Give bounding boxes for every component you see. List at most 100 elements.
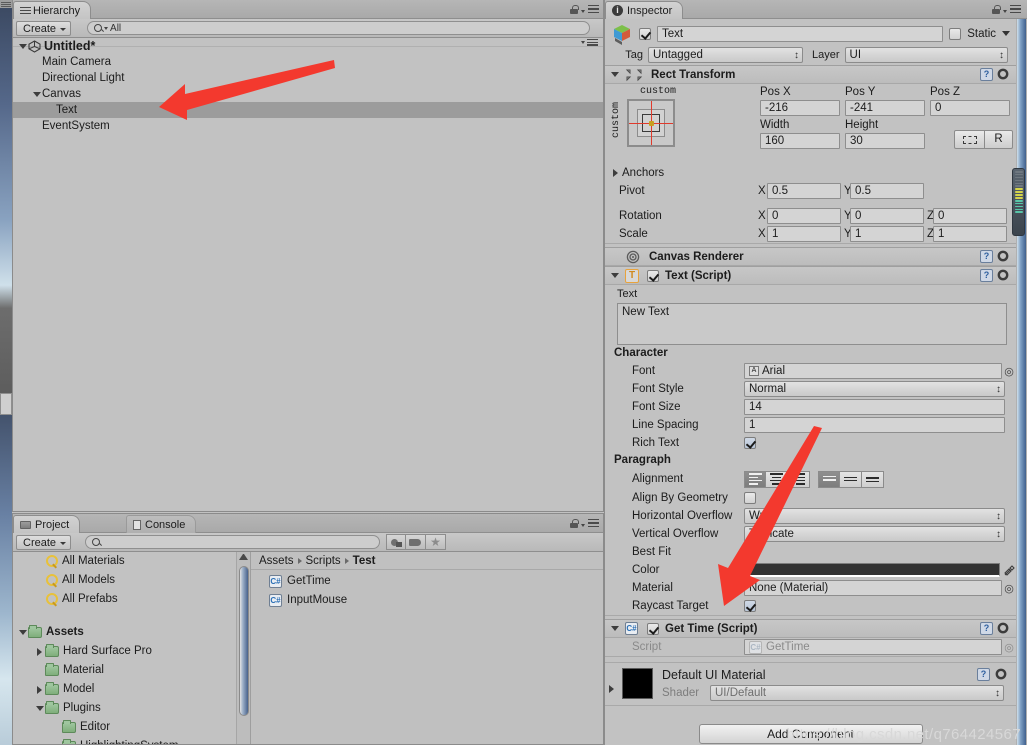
project-tree-item-material[interactable]: Material	[13, 661, 236, 680]
static-checkbox[interactable]	[949, 27, 962, 40]
align-center-icon[interactable]	[766, 470, 788, 488]
scale-y-field[interactable]	[850, 226, 924, 242]
foldout-arrow-icon[interactable]	[34, 647, 45, 656]
font-style-dropdown[interactable]: Normal	[744, 381, 1005, 397]
blueprint-mode-button[interactable]	[954, 130, 985, 149]
panel-menu-icon[interactable]	[588, 5, 599, 14]
foldout-arrow-icon[interactable]	[17, 630, 28, 635]
text-value-textarea[interactable]: New Text	[617, 303, 1007, 345]
tag-dropdown[interactable]: Untagged	[648, 47, 803, 63]
asset-filter-icon[interactable]	[386, 534, 407, 550]
vertical-overflow-dropdown[interactable]: Truncate	[744, 526, 1005, 542]
hierarchy-item-main-camera[interactable]: Main Camera	[13, 54, 603, 70]
component-header-get-time-script[interactable]: C# Get Time (Script) ?	[605, 619, 1016, 638]
font-picker-icon[interactable]: ◎	[1002, 365, 1016, 378]
vertical-alignment-group[interactable]	[818, 470, 884, 488]
create-button[interactable]: Create	[16, 20, 72, 36]
rotation-y-field[interactable]	[850, 208, 924, 224]
project-tree-item-all-prefabs[interactable]: All Prefabs	[13, 590, 236, 609]
lock-icon[interactable]	[570, 5, 579, 14]
breadcrumb-segment[interactable]: Assets	[259, 552, 294, 570]
align-right-icon[interactable]	[788, 470, 810, 488]
favorite-star-icon[interactable]: ★	[426, 534, 447, 550]
project-create-button[interactable]: Create	[16, 534, 72, 550]
panel-menu-icon[interactable]	[1010, 5, 1021, 14]
scene-vertical-scrollbar-thumb[interactable]	[0, 393, 12, 415]
align-by-geometry-checkbox[interactable]	[744, 492, 756, 504]
file-list-item-inputmouse[interactable]: C# InputMouse	[251, 591, 603, 610]
get-time-enabled-checkbox[interactable]	[647, 622, 659, 635]
foldout-arrow-icon[interactable]	[611, 273, 619, 278]
foldout-arrow-icon[interactable]	[611, 72, 619, 77]
pos-z-field[interactable]	[930, 100, 1010, 116]
component-header-rect-transform[interactable]: Rect Transform ?	[605, 65, 1016, 84]
foldout-arrow-icon[interactable]	[17, 43, 28, 49]
foldout-arrow-icon[interactable]	[613, 169, 618, 177]
scale-z-field[interactable]	[933, 226, 1007, 242]
shader-dropdown[interactable]: UI/Default	[710, 685, 1004, 701]
script-picker-icon[interactable]: ◎	[1002, 641, 1016, 654]
object-enabled-checkbox[interactable]	[639, 27, 651, 40]
line-spacing-field[interactable]	[744, 417, 1005, 433]
tab-inspector[interactable]: i Inspector	[605, 1, 684, 19]
breadcrumb-segment[interactable]: Test	[353, 552, 376, 570]
horizontal-alignment-group[interactable]	[744, 470, 810, 488]
label-filter-icon[interactable]	[406, 534, 427, 550]
align-middle-icon[interactable]	[840, 470, 862, 488]
project-tree-item-highlightingsystem[interactable]: HighlightingSystem	[13, 737, 236, 744]
text-component-enabled-checkbox[interactable]	[647, 269, 659, 282]
project-tree-item-plugins[interactable]: Plugins	[13, 699, 236, 718]
foldout-arrow-icon[interactable]	[31, 91, 42, 97]
anchors-foldout[interactable]: Anchors	[605, 164, 1016, 182]
color-swatch[interactable]	[744, 563, 1000, 577]
tab-project[interactable]: Project	[13, 515, 81, 533]
scale-x-field[interactable]	[767, 226, 841, 242]
project-tree-item-editor[interactable]: Editor	[13, 718, 236, 737]
width-field[interactable]	[760, 133, 840, 149]
material-picker-icon[interactable]: ◎	[1002, 582, 1016, 595]
layer-dropdown[interactable]: UI	[844, 47, 1008, 63]
lock-icon[interactable]	[992, 5, 1001, 14]
pos-y-field[interactable]	[845, 100, 925, 116]
inspector-scrollbar[interactable]	[1016, 19, 1027, 745]
project-scroll-thumb[interactable]	[239, 566, 249, 716]
help-icon[interactable]: ?	[980, 269, 993, 282]
best-fit-checkbox[interactable]	[744, 546, 756, 558]
project-search-input[interactable]	[85, 535, 381, 549]
inspector-scroll-thumb[interactable]	[1017, 19, 1026, 745]
project-tree-item-model[interactable]: Model	[13, 680, 236, 699]
help-icon[interactable]: ?	[977, 668, 990, 681]
component-header-canvas-renderer[interactable]: Canvas Renderer ?	[605, 247, 1016, 266]
raycast-target-checkbox[interactable]	[744, 600, 756, 612]
project-tree-item-all-models[interactable]: All Models	[13, 571, 236, 590]
align-left-icon[interactable]	[744, 470, 766, 488]
foldout-arrow-icon[interactable]	[611, 626, 619, 631]
rotation-z-field[interactable]	[933, 208, 1007, 224]
component-header-text-script[interactable]: T Text (Script) ?	[605, 266, 1016, 285]
help-icon[interactable]: ?	[980, 68, 993, 81]
foldout-arrow-icon[interactable]	[34, 685, 45, 694]
hierarchy-item-canvas[interactable]: Canvas	[13, 86, 603, 102]
pivot-y-field[interactable]	[850, 183, 924, 199]
gear-icon[interactable]	[997, 269, 1010, 282]
tab-console[interactable]: Console	[126, 515, 197, 533]
tab-hierarchy[interactable]: Hierarchy	[13, 1, 92, 19]
align-top-icon[interactable]	[818, 470, 840, 488]
gear-icon[interactable]	[997, 68, 1010, 81]
raw-edit-button[interactable]: R	[985, 130, 1013, 149]
file-list-item-gettime[interactable]: C# GetTime	[251, 572, 603, 591]
project-tree-item-assets[interactable]: Assets	[13, 623, 236, 642]
hierarchy-search-input[interactable]: All	[87, 21, 590, 35]
help-icon[interactable]: ?	[980, 250, 993, 263]
project-tree-item-hard-surface-pro[interactable]: Hard Surface Pro	[13, 642, 236, 661]
pivot-x-field[interactable]	[767, 183, 841, 199]
gear-icon[interactable]	[997, 622, 1010, 635]
eyedropper-icon[interactable]	[1003, 564, 1016, 577]
anchor-preset-widget[interactable]	[627, 99, 675, 147]
align-bottom-icon[interactable]	[862, 470, 884, 488]
help-icon[interactable]: ?	[980, 622, 993, 635]
hierarchy-item-directional-light[interactable]: Directional Light	[13, 70, 603, 86]
gear-icon[interactable]	[995, 668, 1008, 681]
rotation-x-field[interactable]	[767, 208, 841, 224]
foldout-arrow-icon[interactable]	[609, 685, 614, 693]
